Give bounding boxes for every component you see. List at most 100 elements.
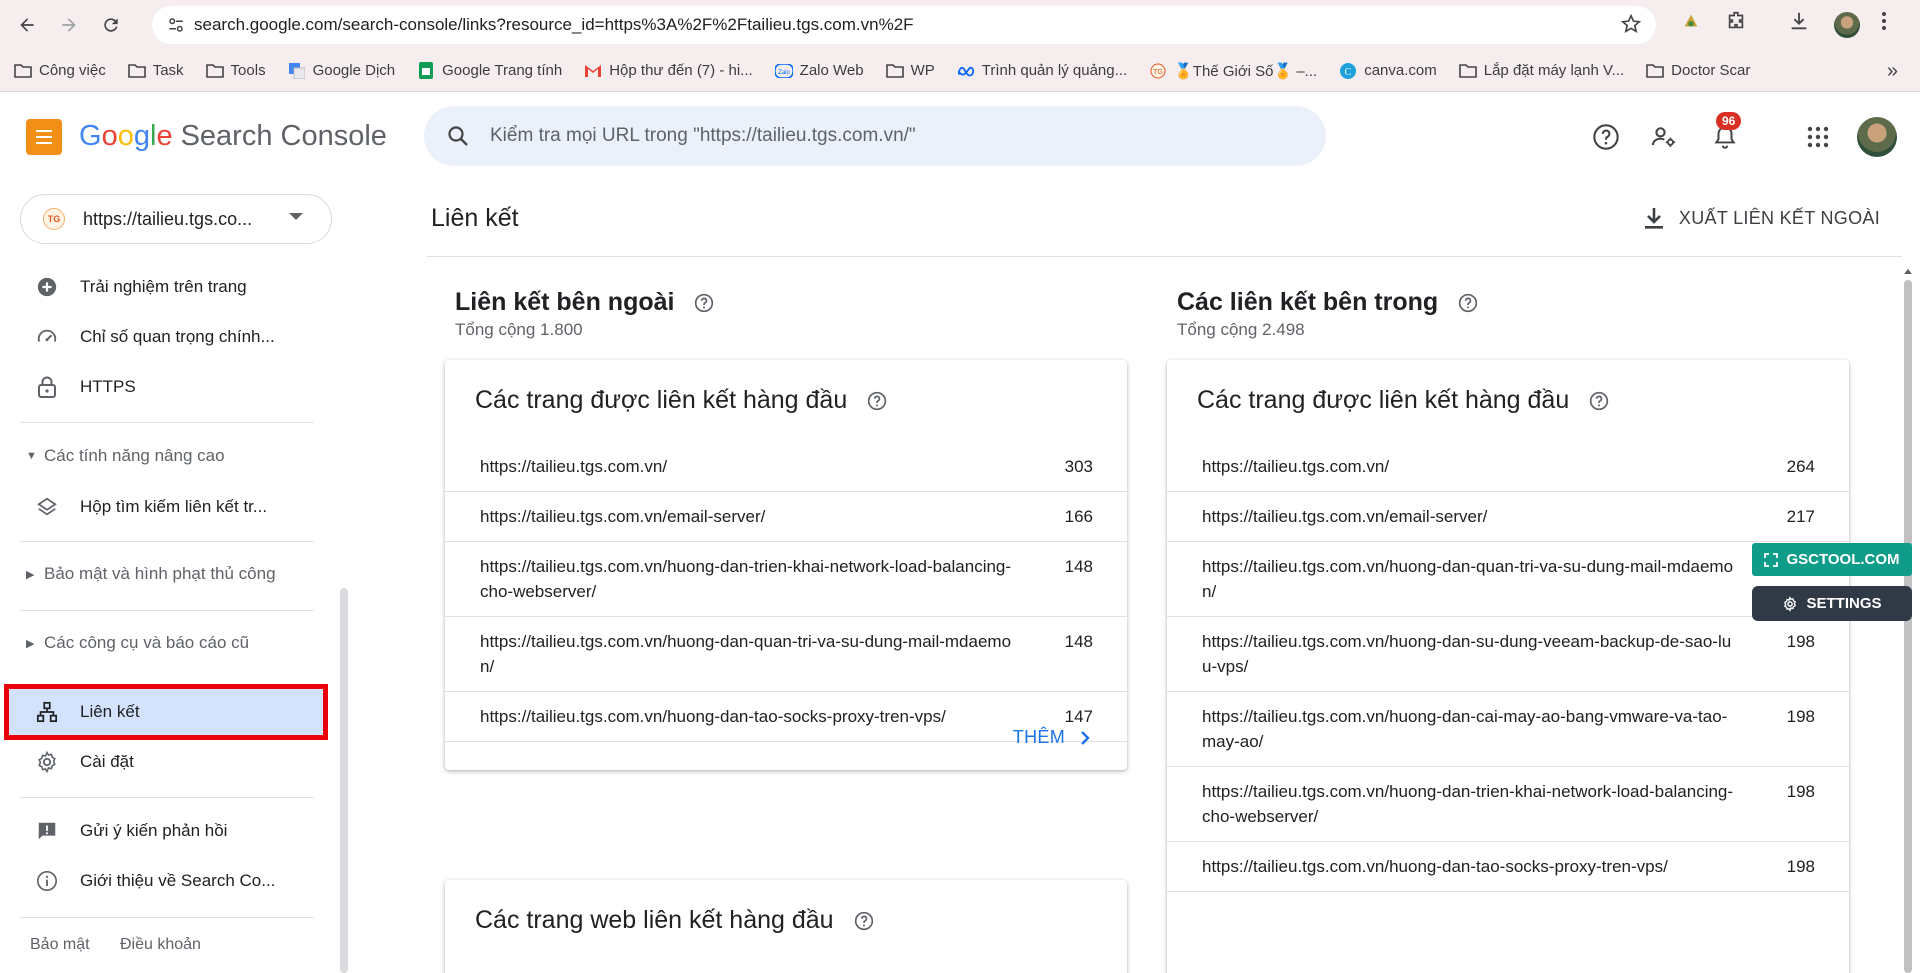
extension-icon[interactable] <box>1680 10 1702 32</box>
bookmark-item[interactable]: Hộp thư đến (7) - hi... <box>584 62 753 79</box>
sidebar-item-links[interactable]: Liên kết <box>0 690 330 734</box>
profile-avatar[interactable] <box>1834 12 1860 38</box>
sidebar-item-https[interactable]: HTTPS <box>0 365 330 409</box>
row-count: 148 <box>1064 557 1093 576</box>
main-scrollbar[interactable] <box>1901 269 1915 973</box>
internal-links-total: Tổng cộng 2.498 <box>1177 320 1305 339</box>
sidebar-item-settings[interactable]: Cài đặt <box>0 740 330 784</box>
site-info-icon[interactable] <box>158 16 194 34</box>
gauge-icon <box>35 325 59 349</box>
bookmark-item[interactable]: Google Trang tính <box>417 62 562 79</box>
table-row[interactable]: https://tailieu.tgs.com.vn/email-server/… <box>445 492 1127 542</box>
layers-icon <box>35 495 59 519</box>
account-avatar[interactable] <box>1857 117 1897 157</box>
help-icon[interactable] <box>1589 391 1609 411</box>
url-inspection-search[interactable] <box>424 106 1326 166</box>
help-icon[interactable] <box>854 911 874 931</box>
table-row[interactable]: https://tailieu.tgs.com.vn/huong-dan-tao… <box>1167 842 1849 892</box>
download-icon[interactable] <box>1788 10 1810 32</box>
help-icon[interactable] <box>694 293 714 313</box>
address-bar[interactable]: search.google.com/search-console/links?r… <box>152 6 1656 44</box>
title-divider <box>427 256 1902 257</box>
privacy-link[interactable]: Bảo mật <box>30 936 90 954</box>
table-row[interactable]: https://tailieu.tgs.com.vn/huong-dan-qua… <box>445 617 1127 692</box>
bookmark-item[interactable]: Công việc <box>14 62 106 79</box>
sidebar-item-page-experience[interactable]: Trải nghiệm trên trang <box>0 265 330 309</box>
bookmark-item[interactable]: Zalo Zalo Web <box>774 62 864 79</box>
browser-menu-icon[interactable] <box>1880 10 1888 32</box>
bookmark-item[interactable]: Ccanva.com <box>1339 62 1437 79</box>
gear-icon <box>1782 595 1798 612</box>
help-icon[interactable] <box>1458 293 1478 313</box>
bookmark-item[interactable]: Trình quản lý quảng... <box>957 62 1127 79</box>
svg-text:Zalo: Zalo <box>778 70 790 76</box>
help-icon[interactable] <box>1591 122 1621 152</box>
scroll-up-icon[interactable] <box>1901 266 1915 276</box>
table-row[interactable]: https://tailieu.tgs.com.vn/303 <box>445 442 1127 492</box>
plus-circle-icon <box>35 275 59 299</box>
more-button[interactable]: THÊM <box>1013 727 1091 748</box>
terms-link[interactable]: Điều khoản <box>120 936 201 954</box>
search-console-logo[interactable]: Google Search Console <box>79 120 387 153</box>
search-input[interactable] <box>490 125 1270 147</box>
sidebar-item-about[interactable]: Giới thiệu về Search Co... <box>0 859 330 903</box>
forward-icon[interactable] <box>54 10 84 40</box>
google-translate-icon <box>288 62 306 79</box>
bookmark-item[interactable]: WP <box>885 62 935 79</box>
row-count: 198 <box>1786 782 1815 801</box>
sidebar-group-security[interactable]: ▶ Bảo mật và hình phạt thủ công <box>26 564 276 584</box>
bookmarks-bar: Công việc Task Tools Google Dịch Google … <box>0 50 1920 92</box>
property-selector[interactable]: TG https://tailieu.tgs.co... <box>20 194 332 244</box>
table-row[interactable]: https://tailieu.tgs.com.vn/huong-dan-tri… <box>1167 767 1849 842</box>
row-count: 198 <box>1786 707 1815 726</box>
table-row[interactable]: https://tailieu.tgs.com.vn/huong-dan-su-… <box>1167 617 1849 692</box>
export-external-links-button[interactable]: XUẤT LIÊN KẾT NGOÀI <box>1643 200 1880 236</box>
table-row[interactable]: https://tailieu.tgs.com.vn/264 <box>1167 442 1849 492</box>
help-icon[interactable] <box>867 391 887 411</box>
bookmark-star-icon[interactable] <box>1620 13 1642 40</box>
reload-icon[interactable] <box>96 10 126 40</box>
sidebar-group-legacy[interactable]: ▶ Các công cụ và báo cáo cũ <box>26 633 249 653</box>
extensions-puzzle-icon[interactable] <box>1725 10 1747 32</box>
sidebar-item-core-web-vitals[interactable]: Chỉ số quan trọng chính... <box>0 315 330 359</box>
external-top-sites-card: Các trang web liên kết hàng đầu <box>445 880 1127 973</box>
row-count: 166 <box>1064 507 1093 526</box>
notification-badge: 96 <box>1716 112 1742 130</box>
logo-letter: o <box>101 120 118 152</box>
card-title-text: Các trang được liên kết hàng đầu <box>475 386 848 414</box>
scrollbar-thumb[interactable] <box>1904 280 1912 973</box>
internal-top-pages-card: Các trang được liên kết hàng đầu https:/… <box>1167 360 1849 973</box>
table-row[interactable]: https://tailieu.tgs.com.vn/email-server/… <box>1167 492 1849 542</box>
bookmark-item[interactable]: Tools <box>205 62 266 79</box>
table-row[interactable]: https://tailieu.tgs.com.vn/huong-dan-tri… <box>445 542 1127 617</box>
gsctool-settings-button[interactable]: SETTINGS <box>1752 586 1912 621</box>
sidebar-group-label: Các công cụ và báo cáo cũ <box>44 633 250 652</box>
bookmark-item[interactable]: TG 🏅Thế Giới Số🏅 –... <box>1149 62 1317 80</box>
sidebar-group-enhancements[interactable]: ▼ Các tính năng nâng cao <box>26 446 225 466</box>
feedback-icon <box>35 819 59 843</box>
bookmark-item[interactable]: Task <box>127 62 184 79</box>
svg-text:C: C <box>1345 67 1352 78</box>
more-bookmarks-icon[interactable]: » <box>1887 60 1898 83</box>
manage-users-icon[interactable] <box>1649 122 1679 152</box>
sidebar-item-label: Chỉ số quan trọng chính... <box>80 327 275 346</box>
sidebar-group-label: Các tính năng nâng cao <box>44 446 225 465</box>
table-row[interactable]: https://tailieu.tgs.com.vn/huong-dan-qua… <box>1167 542 1849 617</box>
menu-icon[interactable] <box>26 119 62 155</box>
apps-grid-icon[interactable] <box>1803 122 1833 152</box>
sidebar-item-sitelinks-searchbox[interactable]: Hộp tìm kiếm liên kết tr... <box>0 485 330 529</box>
external-top-pages-card: Các trang được liên kết hàng đầu https:/… <box>445 360 1127 770</box>
bookmark-item[interactable]: Doctor Scar <box>1646 62 1750 79</box>
table-row[interactable]: https://tailieu.tgs.com.vn/huong-dan-cai… <box>1167 692 1849 767</box>
site-icon: TG <box>1149 63 1167 79</box>
more-label: THÊM <box>1012 727 1065 747</box>
sidebar-item-feedback[interactable]: Gửi ý kiến phản hồi <box>0 809 330 853</box>
bookmark-item[interactable]: Lắp đặt máy lạnh V... <box>1458 62 1624 79</box>
back-icon[interactable] <box>12 10 42 40</box>
gsctool-button[interactable]: GSCTOOL.COM <box>1752 543 1912 576</box>
address-url[interactable]: search.google.com/search-console/links?r… <box>194 15 914 35</box>
bookmark-item[interactable]: Google Dịch <box>288 62 395 79</box>
bookmark-label: Trình quản lý quảng... <box>981 62 1128 79</box>
canva-icon: C <box>1339 62 1357 79</box>
card-title: Các trang web liên kết hàng đầu <box>475 906 874 935</box>
